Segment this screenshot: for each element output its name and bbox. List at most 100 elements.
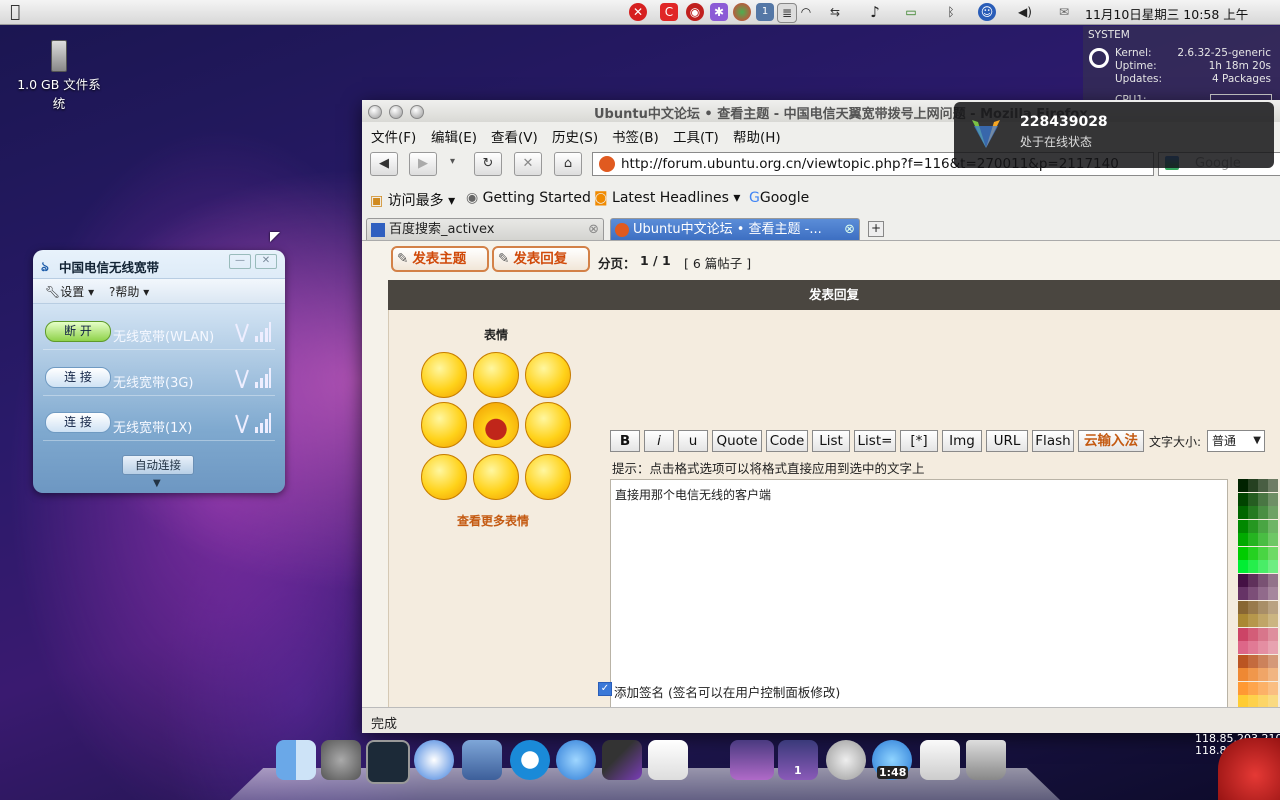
underline-button[interactable]: u (678, 430, 708, 452)
color-swatch[interactable] (1258, 479, 1268, 492)
menu-view[interactable]: 查看(V) (491, 126, 538, 146)
smiley-icon[interactable] (473, 352, 519, 398)
music-note-icon[interactable]: ♪ (866, 3, 884, 21)
smiley-icon[interactable] (421, 454, 467, 500)
trash-icon[interactable] (966, 740, 1006, 780)
new-topic-button[interactable]: ✎ 发表主题 (391, 246, 489, 272)
mail-icon[interactable]: ✉ (1055, 3, 1073, 21)
color-swatch[interactable] (1268, 560, 1278, 573)
color-swatch[interactable] (1248, 533, 1258, 546)
color-swatch[interactable] (1268, 627, 1278, 641)
battery-icon[interactable]: ▭ (902, 3, 920, 21)
italic-button[interactable]: i (644, 430, 674, 452)
minimize-button[interactable]: — (229, 254, 251, 269)
color-swatch[interactable] (1258, 668, 1268, 681)
color-swatch[interactable] (1248, 600, 1258, 614)
color-swatch[interactable] (1258, 600, 1268, 614)
desktop-drive[interactable]: 1.0 GB 文件系统 (14, 40, 104, 112)
menu-bookmarks[interactable]: 书签(B) (612, 126, 659, 146)
home-button[interactable]: ⌂ (554, 152, 582, 176)
close-icon[interactable]: ✕ (629, 3, 647, 21)
color-swatch[interactable] (1268, 587, 1278, 600)
connect-1x-button[interactable]: 连 接 (45, 412, 111, 433)
chrome-like-icon[interactable] (733, 3, 751, 21)
new-tab-button[interactable]: + (868, 221, 884, 237)
smiley-icon[interactable] (525, 352, 571, 398)
bookmark-getting-started[interactable]: ◉ Getting Started (466, 190, 591, 206)
maximize-window-button[interactable] (410, 105, 424, 119)
signature-checkbox[interactable]: ✓ (598, 682, 612, 696)
smiley-icon[interactable] (421, 352, 467, 398)
color-swatch[interactable] (1258, 492, 1268, 506)
back-button[interactable]: ◀ (370, 152, 398, 176)
apple-menu-icon[interactable]:  (10, 2, 30, 22)
code-button[interactable]: Code (766, 430, 808, 452)
color-swatch[interactable] (1248, 506, 1258, 519)
menu-help[interactable]: 帮助(H) (733, 126, 781, 146)
menu-edit[interactable]: 编辑(E) (431, 126, 477, 146)
color-swatch[interactable] (1248, 654, 1258, 668)
color-swatch[interactable] (1268, 492, 1278, 506)
color-swatch[interactable] (1238, 587, 1248, 600)
color-swatch[interactable] (1248, 492, 1258, 506)
color-swatch[interactable] (1248, 546, 1258, 560)
color-swatch[interactable] (1238, 479, 1248, 492)
color-swatch[interactable] (1258, 573, 1268, 587)
color-swatch[interactable] (1268, 668, 1278, 681)
color-swatch[interactable] (1248, 668, 1258, 681)
close-button[interactable]: ✕ (255, 254, 277, 269)
list-ordered-button[interactable]: List= (854, 430, 896, 452)
font-size-select[interactable]: 普通 ▼ (1207, 430, 1265, 452)
menu-history[interactable]: 历史(S) (552, 126, 598, 146)
color-swatch[interactable] (1238, 492, 1248, 506)
history-dropdown-icon[interactable]: ▾ (450, 156, 455, 167)
system-preferences-icon[interactable] (321, 740, 361, 780)
more-smilies-link[interactable]: 查看更多表情 (457, 512, 529, 529)
color-swatch[interactable] (1268, 573, 1278, 587)
tab-ubuntu-forum[interactable]: Ubuntu中文论坛 • 查看主题 -... ⊗ (610, 218, 860, 240)
color-swatch[interactable] (1258, 627, 1268, 641)
color-swatch[interactable] (1238, 600, 1248, 614)
color-swatch[interactable] (1238, 533, 1248, 546)
corner-app-logo-icon[interactable] (1218, 738, 1280, 800)
help-menu[interactable]: ?帮助 ▾ (109, 283, 149, 300)
workspace-switcher-icon[interactable]: 1 (778, 740, 818, 780)
color-palette[interactable] (1238, 479, 1280, 733)
window-thumbnail-icon[interactable] (730, 740, 774, 780)
bluetooth-icon[interactable]: ᛒ (942, 3, 960, 21)
document-icon[interactable]: ≣ (777, 3, 797, 23)
color-swatch[interactable] (1238, 641, 1248, 654)
color-swatch[interactable] (1258, 560, 1268, 573)
minimize-window-button[interactable] (389, 105, 403, 119)
color-swatch[interactable] (1238, 546, 1248, 560)
c-app-icon[interactable]: C (660, 3, 678, 21)
color-swatch[interactable] (1248, 573, 1258, 587)
close-tab-icon[interactable]: ⊗ (844, 219, 855, 240)
img-button[interactable]: Img (942, 430, 982, 452)
url-button[interactable]: URL (986, 430, 1028, 452)
color-swatch[interactable] (1238, 614, 1248, 627)
color-swatch[interactable] (1258, 654, 1268, 668)
color-swatch[interactable] (1238, 627, 1248, 641)
quote-button[interactable]: Quote (712, 430, 762, 452)
tab-baidu[interactable]: 百度搜索_activex ⊗ (366, 218, 604, 240)
smiley-icon[interactable] (473, 454, 519, 500)
cloud-input-button[interactable]: 云输入法 (1078, 430, 1144, 452)
at-mail-icon[interactable] (826, 740, 866, 780)
mail-stamp-icon[interactable] (462, 740, 502, 780)
activity-monitor-icon[interactable] (366, 740, 410, 784)
itunes-clock-icon[interactable]: 1:48 (872, 740, 912, 780)
color-swatch[interactable] (1268, 546, 1278, 560)
color-swatch[interactable] (1248, 560, 1258, 573)
color-swatch[interactable] (1258, 533, 1268, 546)
color-swatch[interactable] (1268, 506, 1278, 519)
color-swatch[interactable] (1248, 627, 1258, 641)
smiley-icon[interactable] (525, 402, 571, 448)
wifi-icon[interactable]: ◠ (797, 3, 815, 21)
im-notification[interactable]: 228439028 处于在线状态 (954, 102, 1274, 168)
auto-connect-button[interactable]: 自动连接 (122, 455, 194, 475)
accessibility-icon[interactable]: ☺ (978, 3, 996, 21)
smiley-icon[interactable] (525, 454, 571, 500)
color-swatch[interactable] (1258, 587, 1268, 600)
color-swatch[interactable] (1248, 641, 1258, 654)
